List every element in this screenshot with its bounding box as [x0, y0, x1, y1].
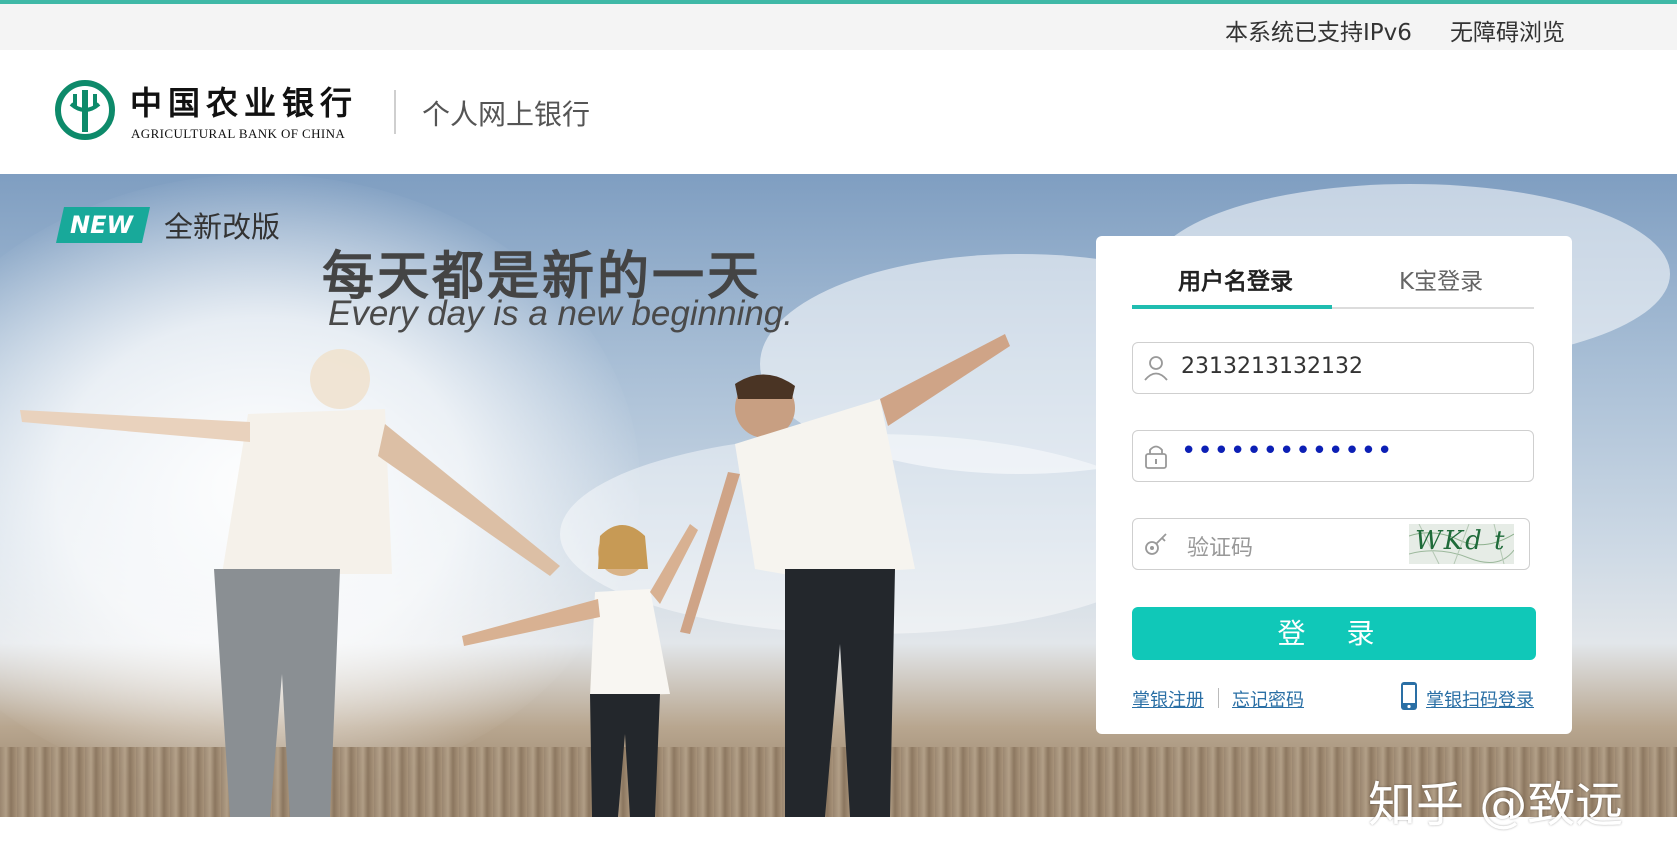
tab-username-login[interactable]: 用户名登录	[1178, 262, 1293, 296]
product-title: 个人网上银行	[422, 98, 591, 131]
key-icon	[1145, 533, 1167, 555]
site-header: 中国农业银行 AGRICULTURAL BANK OF CHINA 个人网上银行	[0, 50, 1677, 174]
phone-icon	[1401, 682, 1417, 710]
login-button[interactable]: 登 录	[1132, 607, 1536, 660]
woman-figure	[20, 349, 560, 817]
girl-figure	[462, 524, 698, 817]
accessibility-link[interactable]: 无障碍浏览	[1450, 13, 1565, 47]
logo-english-name: AGRICULTURAL BANK OF CHINA	[131, 126, 346, 141]
username-field[interactable]: 2313213132132	[1132, 342, 1534, 394]
man-figure	[680, 334, 1010, 817]
login-panel: 用户名登录 K宝登录 2313213132132 ••••••••••••• 验…	[1096, 236, 1572, 734]
username-value: 2313213132132	[1181, 354, 1363, 379]
password-value: •••••••••••••	[1181, 436, 1394, 466]
link-divider	[1218, 688, 1219, 708]
forgot-password-link[interactable]: 忘记密码	[1232, 686, 1304, 712]
captcha-text: WKd t	[1415, 526, 1507, 556]
active-tab-indicator	[1132, 305, 1332, 309]
zhihu-watermark: 知乎 @致远	[1368, 777, 1624, 833]
password-field[interactable]: •••••••••••••	[1132, 430, 1534, 482]
scan-login-link[interactable]: 掌银扫码登录	[1426, 686, 1534, 712]
mobile-register-link[interactable]: 掌银注册	[1132, 686, 1204, 712]
captcha-field[interactable]: 验证码 WKd t	[1132, 518, 1530, 570]
tab-kbao-login[interactable]: K宝登录	[1399, 262, 1483, 296]
slogan-english: Every day is a new beginning.	[328, 294, 793, 333]
revamp-label: 全新改版	[164, 210, 281, 244]
captcha-placeholder: 验证码	[1187, 536, 1254, 561]
logo-chinese-name: 中国农业银行	[130, 84, 359, 122]
ipv6-support-link[interactable]: 本系统已支持IPv6	[1225, 13, 1412, 47]
lock-icon	[1145, 445, 1167, 469]
new-badge-label: NEW	[70, 211, 133, 239]
abc-logo-icon	[55, 80, 115, 140]
top-utility-bar: 本系统已支持IPv6 无障碍浏览	[0, 4, 1677, 50]
header-divider	[394, 90, 396, 134]
captcha-image[interactable]: WKd t	[1408, 523, 1515, 565]
user-icon	[1144, 356, 1168, 381]
